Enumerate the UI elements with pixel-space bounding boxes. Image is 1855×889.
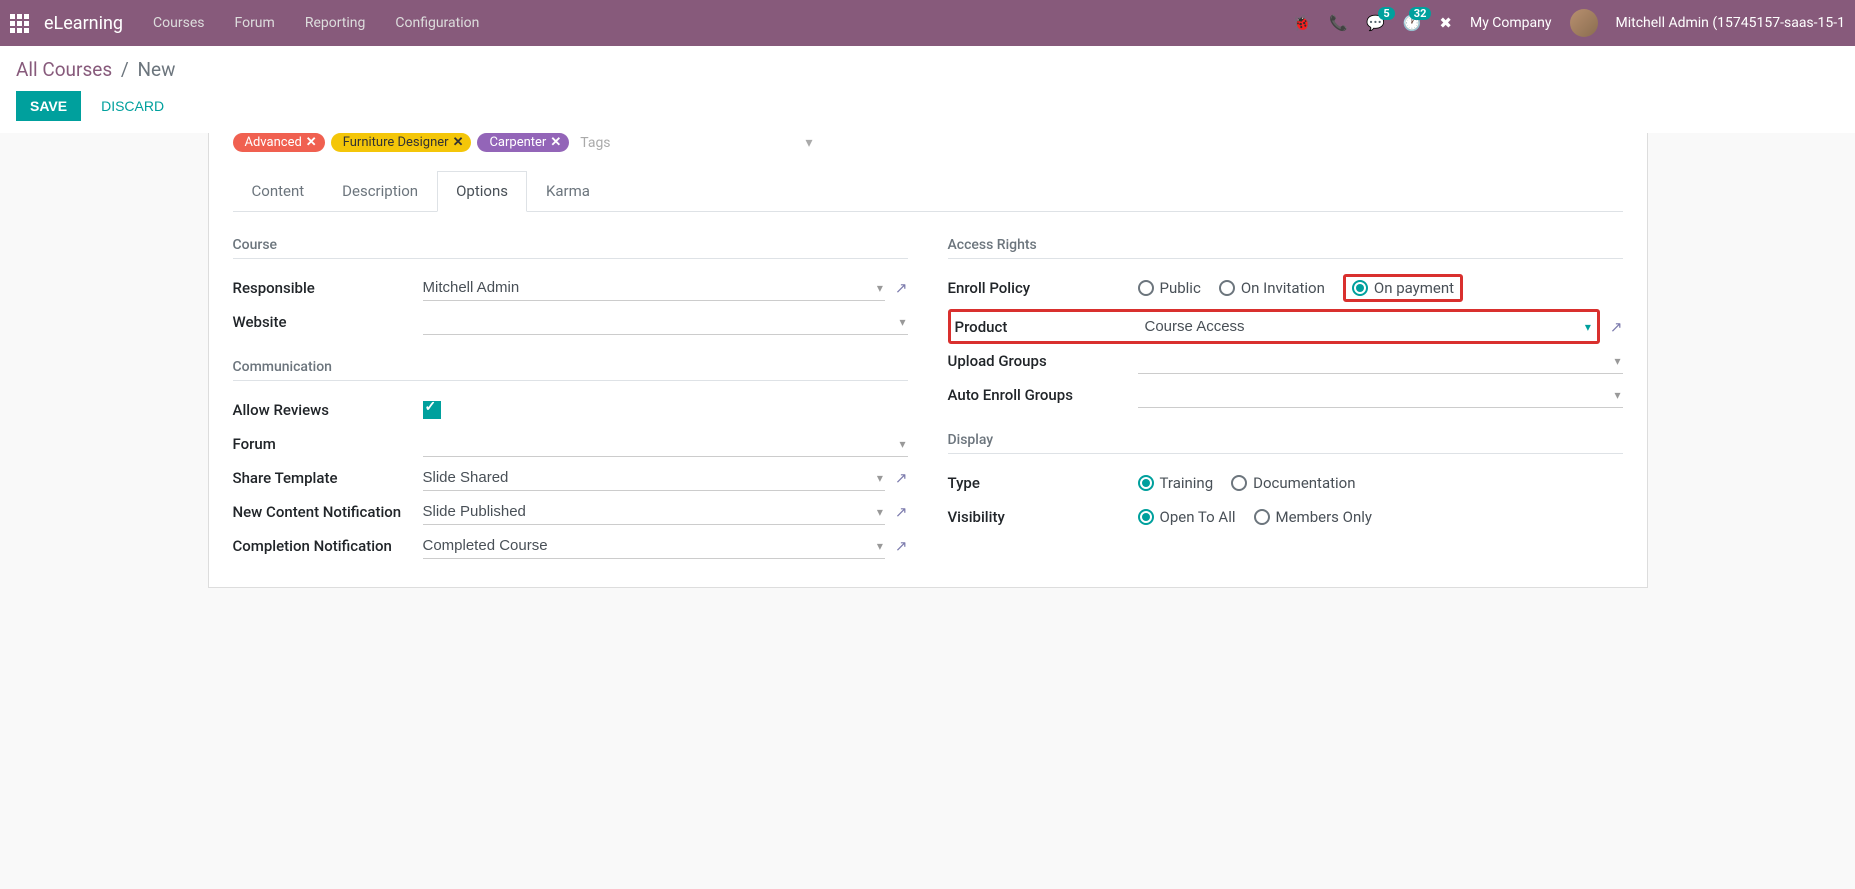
field-new-content: New Content Notification ▾ ↗ xyxy=(233,495,908,529)
action-buttons: SAVE DISCARD xyxy=(16,91,1839,121)
radio-vis-open[interactable]: Open To All xyxy=(1138,508,1236,526)
external-link-icon[interactable]: ↗ xyxy=(895,503,908,521)
field-allow-reviews: Allow Reviews xyxy=(233,393,908,427)
radio-enroll-payment[interactable]: On payment xyxy=(1352,279,1454,297)
left-column: Course Responsible ▾ ↗ Website ▾ Communi… xyxy=(233,237,908,563)
tag-remove-icon[interactable]: ✕ xyxy=(306,135,317,150)
tag-furniture: Furniture Designer ✕ xyxy=(331,133,472,152)
nav-configuration[interactable]: Configuration xyxy=(395,15,479,31)
allow-reviews-checkbox[interactable] xyxy=(423,401,441,419)
website-input[interactable] xyxy=(423,309,908,335)
main-navbar: eLearning Courses Forum Reporting Config… xyxy=(0,0,1855,46)
radio-type-doc[interactable]: Documentation xyxy=(1231,474,1355,492)
field-product-wrapper: Product ▾ ↗ xyxy=(948,309,1623,344)
tag-carpenter: Carpenter ✕ xyxy=(477,133,569,152)
save-button[interactable]: SAVE xyxy=(16,91,81,121)
nav-forum[interactable]: Forum xyxy=(234,15,274,31)
breadcrumb: All Courses / New xyxy=(16,58,1839,81)
activities-badge: 32 xyxy=(1409,7,1432,20)
tools-icon[interactable]: ✖ xyxy=(1439,14,1452,32)
radio-type-training[interactable]: Training xyxy=(1138,474,1214,492)
external-link-icon[interactable]: ↗ xyxy=(895,279,908,297)
external-link-icon[interactable]: ↗ xyxy=(895,469,908,487)
radio-enroll-invitation[interactable]: On Invitation xyxy=(1219,279,1325,297)
nav-reporting[interactable]: Reporting xyxy=(305,15,366,31)
tab-description[interactable]: Description xyxy=(323,171,437,211)
activities-icon[interactable]: 🕐32 xyxy=(1403,14,1422,32)
messages-badge: 5 xyxy=(1378,7,1394,20)
field-website: Website ▾ xyxy=(233,305,908,339)
radio-vis-members[interactable]: Members Only xyxy=(1254,508,1372,526)
user-label[interactable]: Mitchell Admin (15745157-saas-15-1 xyxy=(1616,15,1846,31)
field-responsible: Responsible ▾ ↗ xyxy=(233,271,908,305)
right-column: Access Rights Enroll Policy Public On In… xyxy=(948,237,1623,563)
topbar: All Courses / New SAVE DISCARD xyxy=(0,46,1855,133)
discard-button[interactable]: DISCARD xyxy=(101,98,164,114)
forum-input[interactable] xyxy=(423,431,908,457)
phone-icon[interactable]: 📞 xyxy=(1329,14,1348,32)
brand-label: eLearning xyxy=(44,13,123,34)
new-content-input[interactable] xyxy=(423,499,885,525)
tag-remove-icon[interactable]: ✕ xyxy=(550,135,561,150)
breadcrumb-current: New xyxy=(137,58,175,81)
tab-options[interactable]: Options xyxy=(437,171,527,212)
form-sheet: Advanced ✕ Furniture Designer ✕ Carpente… xyxy=(208,133,1648,588)
external-link-icon[interactable]: ↗ xyxy=(895,537,908,555)
tag-advanced: Advanced ✕ xyxy=(233,133,325,152)
share-template-input[interactable] xyxy=(423,465,885,491)
highlight-product: Product ▾ xyxy=(948,309,1600,344)
tags-placeholder: Tags xyxy=(580,135,799,151)
responsible-input[interactable] xyxy=(423,275,885,301)
nav-menu: Courses Forum Reporting Configuration xyxy=(153,15,479,31)
field-upload-groups: Upload Groups ▾ xyxy=(948,344,1623,378)
chevron-down-icon: ▾ xyxy=(805,135,812,151)
upload-groups-input[interactable] xyxy=(1138,348,1623,374)
field-enroll-policy: Enroll Policy Public On Invitation On pa… xyxy=(948,271,1623,305)
breadcrumb-root[interactable]: All Courses xyxy=(16,58,112,81)
tag-remove-icon[interactable]: ✕ xyxy=(453,135,464,150)
auto-enroll-input[interactable] xyxy=(1138,382,1623,408)
apps-icon[interactable] xyxy=(10,14,29,33)
field-completion: Completion Notification ▾ ↗ xyxy=(233,529,908,563)
company-label[interactable]: My Company xyxy=(1470,15,1552,31)
nav-right: 🐞 📞 💬5 🕐32 ✖ My Company Mitchell Admin (… xyxy=(1293,9,1845,37)
tab-content[interactable]: Content xyxy=(233,171,324,211)
product-input[interactable] xyxy=(1145,314,1593,339)
section-communication: Communication xyxy=(233,359,908,381)
field-type: Type Training Documentation xyxy=(948,466,1623,500)
nav-courses[interactable]: Courses xyxy=(153,15,204,31)
completion-input[interactable] xyxy=(423,533,885,559)
section-course: Course xyxy=(233,237,908,259)
form-columns: Course Responsible ▾ ↗ Website ▾ Communi… xyxy=(233,212,1623,563)
bug-icon[interactable]: 🐞 xyxy=(1293,14,1312,32)
field-forum: Forum ▾ xyxy=(233,427,908,461)
tags-field[interactable]: Advanced ✕ Furniture Designer ✕ Carpente… xyxy=(233,133,813,163)
radio-enroll-public[interactable]: Public xyxy=(1138,279,1201,297)
external-link-icon[interactable]: ↗ xyxy=(1610,318,1623,336)
field-visibility: Visibility Open To All Members Only xyxy=(948,500,1623,534)
messages-icon[interactable]: 💬5 xyxy=(1366,14,1385,32)
avatar[interactable] xyxy=(1570,9,1598,37)
tabs: Content Description Options Karma xyxy=(233,171,1623,212)
section-display: Display xyxy=(948,432,1623,454)
field-share-template: Share Template ▾ ↗ xyxy=(233,461,908,495)
tab-karma[interactable]: Karma xyxy=(527,171,609,211)
field-auto-enroll: Auto Enroll Groups ▾ xyxy=(948,378,1623,412)
section-access: Access Rights xyxy=(948,237,1623,259)
highlight-enroll-payment: On payment xyxy=(1343,274,1463,302)
